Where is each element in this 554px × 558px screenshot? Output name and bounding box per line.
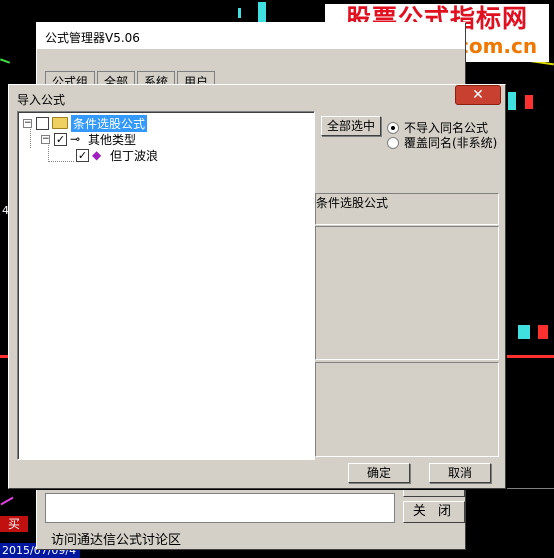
tree-formula-label[interactable]: 但丁波浪: [110, 147, 158, 164]
key-icon: ⊸: [70, 132, 81, 146]
chart-bar: [538, 325, 548, 339]
chart-bar: [525, 95, 533, 109]
tree-category-checkbox[interactable]: ✓: [54, 132, 67, 146]
formula-tree: − 条件选股公式 − ✓ ⊸ 其他类型 ✓ ◆ 但丁波浪: [17, 111, 315, 460]
chart-curve: [0, 496, 14, 506]
tree-formula-checkbox[interactable]: ✓: [76, 148, 89, 162]
folder-icon: [52, 117, 68, 129]
chart-bar: [518, 325, 530, 339]
radio-icon[interactable]: [387, 121, 399, 134]
formula-detail-panel: [315, 226, 499, 360]
formula-notes-panel: [315, 362, 499, 457]
formula-info-panel: 条件选股公式: [315, 193, 499, 225]
buy-marker: 买: [0, 516, 28, 532]
formula-info-label: 条件选股公式: [316, 196, 389, 210]
cancel-button[interactable]: 取消: [429, 463, 491, 483]
select-all-button[interactable]: 全部选中: [321, 116, 381, 136]
formula-manager-title: 公式管理器V5.06: [37, 23, 465, 49]
close-button[interactable]: 关 闭: [403, 501, 465, 523]
forum-link[interactable]: 访问通达信公式讨论区: [51, 529, 181, 548]
chart-bar: [508, 92, 516, 110]
ok-button[interactable]: 确定: [348, 463, 410, 483]
tree-category-label[interactable]: 其他类型: [88, 131, 136, 148]
radio-overwrite[interactable]: 覆盖同名(非系统): [387, 134, 497, 151]
formula-description-box: [45, 493, 395, 523]
collapse-icon[interactable]: −: [23, 118, 32, 128]
tree-root-checkbox[interactable]: [36, 116, 49, 130]
tree-node-root[interactable]: − 条件选股公式: [23, 114, 148, 132]
import-dialog-title: 导入公式: [17, 93, 66, 107]
import-formula-dialog: 导入公式 ✕ − 条件选股公式 − ✓ ⊸ 其他类型 ✓ ◆ 但丁波浪 全部选中…: [8, 84, 506, 489]
formula-icon: ◆: [92, 148, 102, 162]
chart-bar: [258, 2, 266, 24]
tree-node-formula[interactable]: ✓ ◆ 但丁波浪: [76, 147, 158, 163]
chart-hline: [506, 355, 554, 358]
close-icon[interactable]: ✕: [455, 85, 501, 105]
radio-icon[interactable]: [387, 136, 399, 149]
chart-bar: [238, 8, 241, 18]
chart-curve: [0, 58, 11, 64]
tree-node-category[interactable]: − ✓ ⊸ 其他类型: [41, 131, 136, 147]
chart-hline: [0, 355, 8, 358]
chart-hline: [506, 488, 554, 489]
import-dialog-titlebar: 导入公式 ✕: [9, 85, 505, 111]
tree-root-label[interactable]: 条件选股公式: [71, 114, 148, 132]
collapse-icon[interactable]: −: [41, 134, 50, 144]
radio-overwrite-label: 覆盖同名(非系统): [404, 136, 498, 150]
